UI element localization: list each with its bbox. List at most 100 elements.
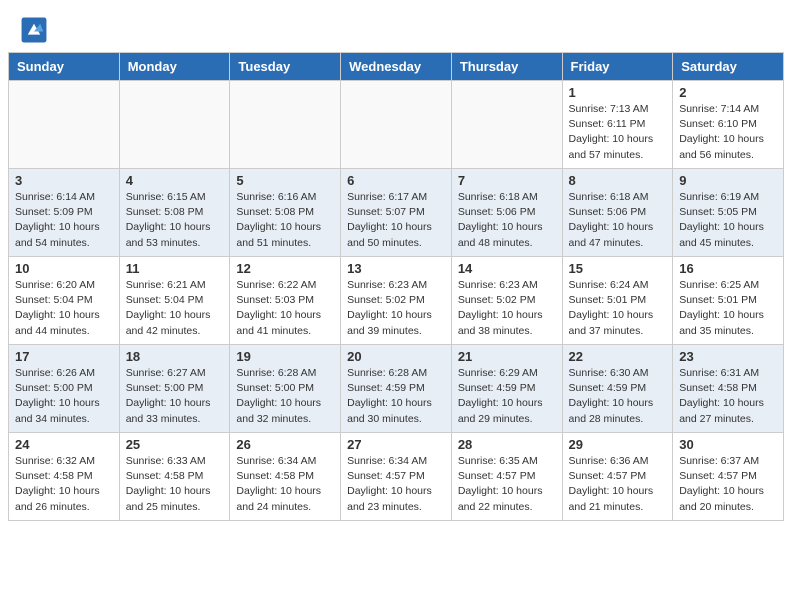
col-header-friday: Friday [562,53,673,81]
col-header-tuesday: Tuesday [230,53,341,81]
day-number: 11 [126,261,224,276]
week-row-2: 3 Sunrise: 6:14 AM Sunset: 5:09 PM Daylig… [9,169,784,257]
col-header-monday: Monday [119,53,230,81]
col-header-wednesday: Wednesday [341,53,452,81]
day-info: Sunrise: 6:28 AM Sunset: 5:00 PM Dayligh… [236,366,334,427]
day-cell [9,81,120,169]
day-info: Sunrise: 6:14 AM Sunset: 5:09 PM Dayligh… [15,190,113,251]
day-cell: 1 Sunrise: 7:13 AM Sunset: 6:11 PM Daylig… [562,81,673,169]
day-info: Sunrise: 6:28 AM Sunset: 4:59 PM Dayligh… [347,366,445,427]
day-info: Sunrise: 7:13 AM Sunset: 6:11 PM Dayligh… [569,102,667,163]
page-header [0,0,792,52]
col-header-sunday: Sunday [9,53,120,81]
day-info: Sunrise: 6:18 AM Sunset: 5:06 PM Dayligh… [569,190,667,251]
week-row-1: 1 Sunrise: 7:13 AM Sunset: 6:11 PM Daylig… [9,81,784,169]
day-info: Sunrise: 6:17 AM Sunset: 5:07 PM Dayligh… [347,190,445,251]
day-cell: 3 Sunrise: 6:14 AM Sunset: 5:09 PM Daylig… [9,169,120,257]
day-info: Sunrise: 6:20 AM Sunset: 5:04 PM Dayligh… [15,278,113,339]
day-number: 3 [15,173,113,188]
day-cell: 6Sunrise: 6:17 AM Sunset: 5:07 PM Daylig… [341,169,452,257]
day-number: 24 [15,437,113,452]
day-cell [341,81,452,169]
day-number: 21 [458,349,556,364]
day-info: Sunrise: 6:23 AM Sunset: 5:02 PM Dayligh… [347,278,445,339]
day-cell: 25 Sunrise: 6:33 AM Sunset: 4:58 PM Dayli… [119,433,230,521]
day-number: 4 [126,173,224,188]
week-row-3: 10 Sunrise: 6:20 AM Sunset: 5:04 PM Dayli… [9,257,784,345]
calendar-table: SundayMondayTuesdayWednesdayThursdayFrid… [8,52,784,521]
day-number: 29 [569,437,667,452]
day-cell: 11 Sunrise: 6:21 AM Sunset: 5:04 PM Dayli… [119,257,230,345]
day-cell: 27 Sunrise: 6:34 AM Sunset: 4:57 PM Dayli… [341,433,452,521]
day-info: Sunrise: 6:27 AM Sunset: 5:00 PM Dayligh… [126,366,224,427]
day-number: 18 [126,349,224,364]
day-number: 22 [569,349,667,364]
day-cell: 12 Sunrise: 6:22 AM Sunset: 5:03 PM Dayli… [230,257,341,345]
day-cell: 14Sunrise: 6:23 AM Sunset: 5:02 PM Dayli… [451,257,562,345]
day-number: 12 [236,261,334,276]
day-info: Sunrise: 6:21 AM Sunset: 5:04 PM Dayligh… [126,278,224,339]
day-cell: 5 Sunrise: 6:16 AM Sunset: 5:08 PM Daylig… [230,169,341,257]
day-cell: 30 Sunrise: 6:37 AM Sunset: 4:57 PM Dayli… [673,433,784,521]
day-cell: 2 Sunrise: 7:14 AM Sunset: 6:10 PM Daylig… [673,81,784,169]
day-info: Sunrise: 6:29 AM Sunset: 4:59 PM Dayligh… [458,366,556,427]
day-cell [230,81,341,169]
day-number: 2 [679,85,777,100]
day-number: 15 [569,261,667,276]
day-number: 25 [126,437,224,452]
day-number: 16 [679,261,777,276]
day-cell: 7Sunrise: 6:18 AM Sunset: 5:06 PM Daylig… [451,169,562,257]
day-cell: 10 Sunrise: 6:20 AM Sunset: 5:04 PM Dayli… [9,257,120,345]
day-info: Sunrise: 7:14 AM Sunset: 6:10 PM Dayligh… [679,102,777,163]
day-cell: 19 Sunrise: 6:28 AM Sunset: 5:00 PM Dayli… [230,345,341,433]
day-info: Sunrise: 6:26 AM Sunset: 5:00 PM Dayligh… [15,366,113,427]
day-number: 26 [236,437,334,452]
logo-icon [20,16,48,44]
day-cell: 4 Sunrise: 6:15 AM Sunset: 5:08 PM Daylig… [119,169,230,257]
header-row: SundayMondayTuesdayWednesdayThursdayFrid… [9,53,784,81]
day-info: Sunrise: 6:34 AM Sunset: 4:57 PM Dayligh… [347,454,445,515]
day-number: 10 [15,261,113,276]
calendar-body: 1 Sunrise: 7:13 AM Sunset: 6:11 PM Daylig… [9,81,784,521]
day-number: 9 [679,173,777,188]
day-info: Sunrise: 6:30 AM Sunset: 4:59 PM Dayligh… [569,366,667,427]
day-info: Sunrise: 6:37 AM Sunset: 4:57 PM Dayligh… [679,454,777,515]
day-cell: 23 Sunrise: 6:31 AM Sunset: 4:58 PM Dayli… [673,345,784,433]
day-cell: 21 Sunrise: 6:29 AM Sunset: 4:59 PM Dayli… [451,345,562,433]
day-cell: 26 Sunrise: 6:34 AM Sunset: 4:58 PM Dayli… [230,433,341,521]
day-info: Sunrise: 6:19 AM Sunset: 5:05 PM Dayligh… [679,190,777,251]
day-number: 1 [569,85,667,100]
day-number: 5 [236,173,334,188]
day-cell: 20 Sunrise: 6:28 AM Sunset: 4:59 PM Dayli… [341,345,452,433]
day-info: Sunrise: 6:15 AM Sunset: 5:08 PM Dayligh… [126,190,224,251]
day-cell: 8Sunrise: 6:18 AM Sunset: 5:06 PM Daylig… [562,169,673,257]
day-info: Sunrise: 6:31 AM Sunset: 4:58 PM Dayligh… [679,366,777,427]
col-header-saturday: Saturday [673,53,784,81]
day-cell [451,81,562,169]
calendar-header: SundayMondayTuesdayWednesdayThursdayFrid… [9,53,784,81]
day-number: 17 [15,349,113,364]
day-info: Sunrise: 6:33 AM Sunset: 4:58 PM Dayligh… [126,454,224,515]
calendar-wrapper: SundayMondayTuesdayWednesdayThursdayFrid… [0,52,792,529]
day-number: 27 [347,437,445,452]
day-cell: 18 Sunrise: 6:27 AM Sunset: 5:00 PM Dayli… [119,345,230,433]
day-info: Sunrise: 6:16 AM Sunset: 5:08 PM Dayligh… [236,190,334,251]
day-number: 19 [236,349,334,364]
day-info: Sunrise: 6:34 AM Sunset: 4:58 PM Dayligh… [236,454,334,515]
day-number: 30 [679,437,777,452]
day-cell: 15 Sunrise: 6:24 AM Sunset: 5:01 PM Dayli… [562,257,673,345]
day-number: 14 [458,261,556,276]
day-number: 7 [458,173,556,188]
day-info: Sunrise: 6:22 AM Sunset: 5:03 PM Dayligh… [236,278,334,339]
logo [20,16,52,44]
day-cell: 13Sunrise: 6:23 AM Sunset: 5:02 PM Dayli… [341,257,452,345]
week-row-5: 24 Sunrise: 6:32 AM Sunset: 4:58 PM Dayli… [9,433,784,521]
day-number: 23 [679,349,777,364]
day-cell: 22 Sunrise: 6:30 AM Sunset: 4:59 PM Dayli… [562,345,673,433]
day-info: Sunrise: 6:32 AM Sunset: 4:58 PM Dayligh… [15,454,113,515]
day-cell: 17 Sunrise: 6:26 AM Sunset: 5:00 PM Dayli… [9,345,120,433]
day-cell [119,81,230,169]
day-cell: 24 Sunrise: 6:32 AM Sunset: 4:58 PM Dayli… [9,433,120,521]
day-info: Sunrise: 6:24 AM Sunset: 5:01 PM Dayligh… [569,278,667,339]
day-number: 20 [347,349,445,364]
